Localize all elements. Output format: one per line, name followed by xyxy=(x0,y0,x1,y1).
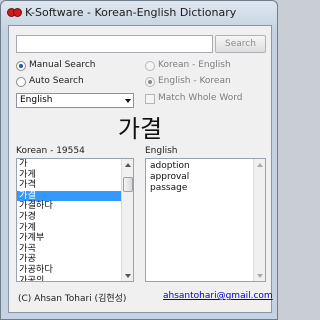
title-bar[interactable]: K-Software - Korean-English Dictionary xyxy=(1,1,277,25)
english-korean-label: English - Korean xyxy=(158,76,231,86)
meaning-scroll-up-button[interactable] xyxy=(254,159,265,170)
meaning-scrollbar[interactable] xyxy=(253,159,265,281)
manual-search-label: Manual Search xyxy=(29,60,96,70)
arrow-down-icon xyxy=(257,274,263,278)
app-logo-icon xyxy=(7,8,23,18)
match-whole-word-label: Match Whole Word xyxy=(158,93,243,103)
korean-english-radio[interactable] xyxy=(145,61,155,71)
word-list-header: Korean - 19554 xyxy=(16,146,85,156)
meaning-line: approval xyxy=(150,172,190,182)
auto-search-label: Auto Search xyxy=(29,76,84,86)
email-link[interactable]: ahsantohari@gmail.com xyxy=(163,291,273,301)
search-button[interactable]: Search xyxy=(215,35,266,53)
meaning-scroll-down-button[interactable] xyxy=(254,270,265,281)
word-list-items: 가 가게 가격 가결 가결하다 가경 가계 가계부 가곡 가공 가공하다 가공의 xyxy=(17,159,133,281)
scroll-up-button[interactable] xyxy=(122,159,133,170)
arrow-up-icon xyxy=(257,163,263,167)
list-item[interactable]: 가공하다 xyxy=(17,264,133,276)
chevron-down-icon xyxy=(125,99,131,103)
word-list[interactable]: 가 가게 가격 가결 가결하다 가경 가계 가계부 가곡 가공 가공하다 가공의 xyxy=(16,158,134,282)
korean-english-label: Korean - English xyxy=(158,60,231,70)
meaning-line: passage xyxy=(150,183,188,193)
meaning-header: English xyxy=(145,146,178,156)
list-item[interactable]: 가 xyxy=(17,159,133,170)
auto-search-radio[interactable] xyxy=(16,77,26,87)
language-dropdown[interactable]: English xyxy=(16,93,134,108)
copyright-text: (C) Ahsan Tohari (김현성) xyxy=(18,294,127,304)
manual-search-radio[interactable] xyxy=(16,61,26,71)
list-item[interactable]: 가경 xyxy=(17,211,133,223)
main-panel: Search Manual Search Auto Search Korean … xyxy=(8,25,273,313)
language-selected-value: English xyxy=(20,95,53,105)
meaning-box[interactable]: adoption approval passage xyxy=(145,158,266,282)
meaning-line: adoption xyxy=(150,161,190,171)
search-input[interactable] xyxy=(16,35,213,53)
match-whole-word-checkbox[interactable] xyxy=(145,94,155,104)
word-list-scrollbar[interactable] xyxy=(121,159,133,281)
window-title: K-Software - Korean-English Dictionary xyxy=(25,6,237,19)
list-item[interactable]: 가공의 xyxy=(17,275,133,281)
meaning-lines: adoption approval passage xyxy=(146,159,265,194)
arrow-up-icon xyxy=(125,163,131,167)
display-word: 가결 xyxy=(117,115,163,143)
app-window: K-Software - Korean-English Dictionary S… xyxy=(0,0,278,320)
arrow-down-icon xyxy=(125,274,131,278)
scroll-down-button[interactable] xyxy=(122,270,133,281)
english-korean-radio[interactable] xyxy=(145,77,155,87)
scrollbar-thumb[interactable] xyxy=(123,177,133,192)
